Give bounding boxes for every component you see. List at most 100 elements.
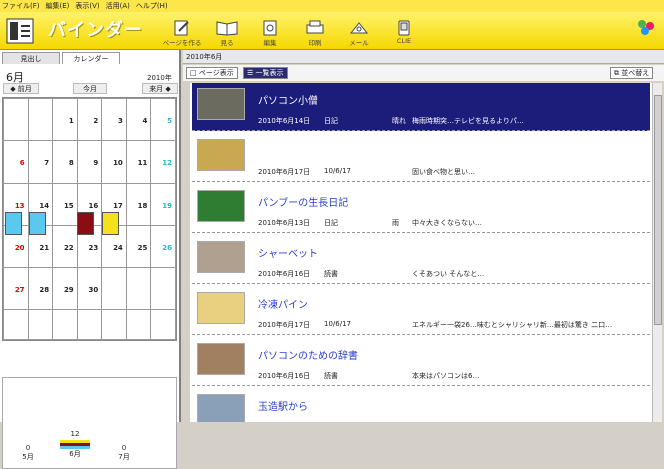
calendar-day-cell[interactable]: 5 — [150, 97, 176, 142]
calendar-entry-marker[interactable] — [102, 212, 119, 235]
calendar-day-cell[interactable] — [150, 309, 176, 340]
year-label: 2010年 — [147, 74, 172, 82]
entry-excerpt: 固い食べ物と思い… — [412, 168, 475, 176]
list-view-button[interactable]: ☰ 一覧表示 — [243, 67, 288, 79]
calendar-entry-marker[interactable] — [5, 212, 22, 235]
calendar-day-cell[interactable]: 12 — [150, 140, 176, 184]
menu-utilize[interactable]: 活用(A) — [106, 1, 130, 11]
list-item[interactable]: パンブーの生長日記 2010年6月13日 日記 雨 中々大きくならない… — [192, 185, 650, 233]
calendar-day-cell[interactable]: 11 — [125, 140, 152, 184]
binder-logo-icon — [6, 18, 34, 44]
entry-title: シャーベット — [258, 249, 318, 260]
calendar-day-cell[interactable]: 27 — [3, 266, 29, 311]
calendar-day-cell[interactable] — [101, 266, 127, 311]
list-item[interactable]: シャーベット 2010年6月16日 読書 くそあつい そんなと… — [192, 236, 650, 284]
entry-thumbnail — [197, 139, 245, 171]
entry-excerpt: くそあつい そんなと… — [412, 270, 485, 278]
menu-file[interactable]: ファイル(F) — [2, 1, 40, 11]
calendar-day-cell[interactable]: 4 — [125, 97, 152, 142]
print-button[interactable]: 印刷 — [293, 20, 337, 50]
vertical-scrollbar[interactable] — [652, 83, 662, 422]
calendar-day-cell[interactable]: 29 — [52, 266, 78, 311]
entry-date: 2010年6月13日 — [258, 219, 311, 227]
calendar-day-cell[interactable]: 15 — [52, 182, 78, 226]
create-page-button[interactable]: ページを作る — [160, 20, 204, 50]
help-icon[interactable] — [636, 18, 656, 38]
calendar-day-cell[interactable]: 30 — [76, 266, 103, 311]
calendar-entry-marker[interactable] — [77, 212, 94, 235]
entry-title: 玉造駅から — [258, 402, 308, 413]
menu-help[interactable]: ヘルプ(H) — [136, 1, 168, 11]
list-header: 2010年6月 — [183, 50, 664, 64]
list-toolbar: □ ページ表示 ☰ 一覧表示 ⧉ 並べ替え — [183, 65, 664, 81]
entry-excerpt: エネルギー一袋26…味むとシャリシャリ新…最初は驚き 二口… — [412, 321, 613, 329]
next-month-button[interactable]: 来月 ◆ — [142, 83, 178, 94]
menu-edit[interactable]: 編集(E) — [46, 1, 70, 11]
entry-thumbnail — [197, 241, 245, 273]
calendar-day-cell[interactable] — [150, 266, 176, 311]
this-month-button[interactable]: 今月 — [73, 83, 107, 94]
calendar-day-cell[interactable] — [125, 309, 152, 340]
entry-category: 10/6/17 — [324, 167, 351, 175]
calendar-day-cell[interactable] — [3, 97, 29, 142]
printer-icon — [306, 20, 324, 34]
calendar-day-cell[interactable]: 9 — [76, 140, 103, 184]
calendar-day-cell[interactable]: 19 — [150, 182, 176, 226]
monthly-count-chart: 0 5月 12 6月 0 7月 — [2, 377, 177, 469]
stat-july[interactable]: 0 7月 — [109, 444, 139, 462]
calendar-day-cell[interactable] — [27, 97, 54, 142]
list-item[interactable]: 2010年6月17日 10/6/17 固い食べ物と思い… — [192, 134, 650, 182]
entry-title: パソコン小僧 — [258, 96, 318, 107]
calendar-day-cell[interactable] — [27, 309, 54, 340]
calendar-day-cell[interactable]: 22 — [52, 224, 78, 269]
list-item[interactable]: パソコンのための辞書 2010年6月16日 読書 本来はパソコンは6… — [192, 338, 650, 386]
calendar-day-cell[interactable] — [3, 309, 29, 340]
calendar-day-cell[interactable]: 2 — [76, 97, 103, 142]
entry-thumbnail — [197, 292, 245, 324]
calendar-day-cell[interactable]: 18 — [125, 182, 152, 226]
page-create-icon — [174, 20, 189, 36]
calendar-day-cell[interactable]: 26 — [150, 224, 176, 269]
prev-month-button[interactable]: ◆ 前月 — [3, 83, 39, 94]
clie-button[interactable]: CLIE — [382, 20, 426, 50]
entry-category: 日記 — [324, 219, 338, 227]
list-item[interactable]: 冷凍パイン 2010年6月17日 10/6/17 エネルギー一袋26…味むとシャリシャ… — [192, 287, 650, 335]
calendar-day-cell[interactable]: 7 — [27, 140, 54, 184]
list-item[interactable]: 玉造駅から — [192, 389, 650, 422]
entry-title: パソコンのための辞書 — [258, 351, 358, 362]
menu-bar: ファイル(F) 編集(E) 表示(V) 活用(A) ヘルプ(H) — [0, 0, 664, 12]
entry-category: 読書 — [324, 270, 338, 278]
entry-category: 日記 — [324, 117, 338, 125]
list-item[interactable]: パソコン小僧 2010年6月14日 日記 晴れ 梅雨時期突…テレビを見るよりパ… — [192, 83, 650, 131]
entry-thumbnail — [197, 394, 245, 422]
calendar-day-cell[interactable] — [101, 309, 127, 340]
scroll-thumb[interactable] — [654, 95, 662, 325]
mail-icon — [349, 22, 369, 34]
calendar-day-cell[interactable]: 6 — [3, 140, 29, 184]
entry-excerpt: 本来はパソコンは6… — [412, 372, 480, 380]
tab-headings[interactable]: 見出し — [2, 52, 60, 64]
calendar-day-cell[interactable]: 28 — [27, 266, 54, 311]
calendar-day-cell[interactable]: 1 — [52, 97, 78, 142]
book-view-icon — [216, 21, 238, 36]
calendar-day-cell[interactable] — [125, 266, 152, 311]
stat-may[interactable]: 0 5月 — [13, 444, 43, 462]
app-title: バインダー — [48, 20, 143, 41]
calendar-day-cell[interactable]: 10 — [101, 140, 127, 184]
tab-calendar[interactable]: カレンダー — [62, 52, 120, 64]
stat-june[interactable]: 12 6月 — [60, 430, 90, 459]
calendar-day-cell[interactable] — [52, 309, 78, 340]
page-view-button[interactable]: □ ページ表示 — [186, 67, 238, 79]
calendar-day-cell[interactable]: 8 — [52, 140, 78, 184]
mail-button[interactable]: メール — [337, 20, 381, 50]
calendar-entry-marker[interactable] — [29, 212, 46, 235]
menu-view[interactable]: 表示(V) — [75, 1, 99, 11]
calendar-day-cell[interactable] — [76, 309, 103, 340]
edit-button[interactable]: 編集 — [248, 20, 292, 50]
entry-title: パンブーの生長日記 — [258, 198, 349, 209]
entry-category: 10/6/17 — [324, 320, 351, 328]
calendar-day-cell[interactable]: 3 — [101, 97, 127, 142]
sort-button[interactable]: ⧉ 並べ替え — [610, 67, 654, 79]
view-button[interactable]: 見る — [205, 20, 249, 50]
calendar-day-cell[interactable]: 25 — [125, 224, 152, 269]
